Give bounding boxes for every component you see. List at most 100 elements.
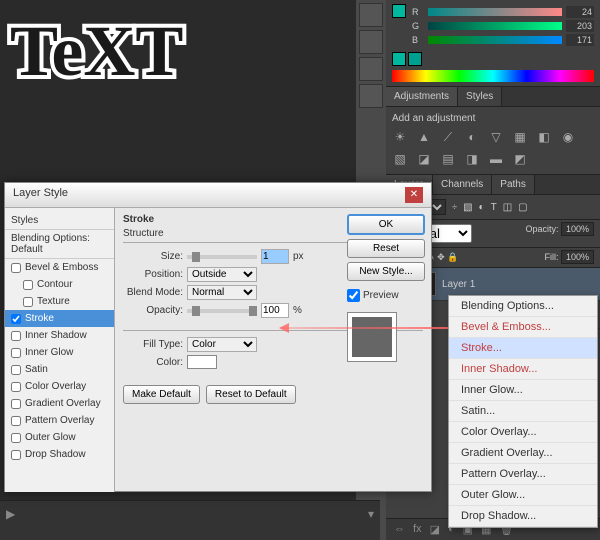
satin-checkbox[interactable]	[11, 365, 21, 375]
menu-blending-options[interactable]: Blending Options...	[449, 296, 597, 317]
opacity-input[interactable]	[261, 303, 289, 318]
style-pattern-overlay[interactable]: Pattern Overlay	[5, 412, 114, 429]
layer-fx-icon[interactable]: fx	[413, 523, 422, 536]
filter-smart-icon[interactable]: ▢	[518, 202, 527, 213]
photo-filter-icon[interactable]: ◉	[560, 130, 576, 146]
style-satin[interactable]: Satin	[5, 361, 114, 378]
filter-image-icon[interactable]: ▧	[463, 202, 472, 213]
g-label: G	[412, 21, 424, 31]
r-value[interactable]: 24	[566, 6, 594, 18]
size-slider[interactable]	[187, 255, 257, 259]
threshold-icon[interactable]: ◨	[464, 152, 480, 168]
bevel-checkbox[interactable]	[11, 263, 21, 273]
menu-gradient-overlay[interactable]: Gradient Overlay...	[449, 443, 597, 464]
lock-position-icon[interactable]: ✥	[437, 252, 445, 262]
style-contour[interactable]: Contour	[5, 276, 114, 293]
texture-checkbox[interactable]	[23, 297, 33, 307]
opacity-value[interactable]: 100%	[561, 222, 594, 236]
r-slider[interactable]	[428, 8, 562, 16]
menu-color-overlay[interactable]: Color Overlay...	[449, 422, 597, 443]
menu-satin[interactable]: Satin...	[449, 401, 597, 422]
pattern-overlay-checkbox[interactable]	[11, 416, 21, 426]
size-input[interactable]	[261, 249, 289, 264]
style-bevel[interactable]: Bevel & Emboss	[5, 259, 114, 276]
fill-value[interactable]: 100%	[561, 250, 594, 264]
layer-mask-icon[interactable]: ◪	[430, 523, 440, 536]
exposure-icon[interactable]: ◐	[464, 130, 480, 146]
b-slider[interactable]	[428, 36, 562, 44]
bw-icon[interactable]: ◧	[536, 130, 552, 146]
inner-glow-checkbox[interactable]	[11, 348, 21, 358]
timeline-menu-icon[interactable]: ▾	[368, 507, 374, 521]
layer-name[interactable]: Layer 1	[442, 279, 475, 290]
blend-mode-select[interactable]: Normal	[187, 285, 257, 300]
style-inner-shadow[interactable]: Inner Shadow	[5, 327, 114, 344]
tab-adjustments[interactable]: Adjustments	[386, 87, 458, 106]
tool-icon[interactable]	[359, 3, 383, 27]
close-icon[interactable]: ✕	[405, 187, 423, 203]
stroke-checkbox[interactable]	[11, 314, 21, 324]
new-style-button[interactable]: New Style...	[347, 262, 425, 281]
menu-stroke[interactable]: Stroke...	[449, 338, 597, 359]
color-swatch[interactable]	[187, 355, 217, 369]
tab-styles[interactable]: Styles	[458, 87, 502, 106]
vibrance-icon[interactable]: ▽	[488, 130, 504, 146]
contour-checkbox[interactable]	[23, 280, 33, 290]
style-gradient-overlay[interactable]: Gradient Overlay	[5, 395, 114, 412]
tab-channels[interactable]: Channels	[433, 175, 492, 194]
link-layers-icon[interactable]: ⇔	[394, 523, 405, 536]
channel-mixer-icon[interactable]: ▧	[392, 152, 408, 168]
gradient-overlay-checkbox[interactable]	[11, 399, 21, 409]
foreground-swatch[interactable]	[392, 4, 406, 18]
color-swatch-1[interactable]	[392, 52, 406, 66]
tool-icon[interactable]	[359, 84, 383, 108]
reset-default-button[interactable]: Reset to Default	[206, 385, 296, 404]
ok-button[interactable]: OK	[347, 214, 425, 235]
make-default-button[interactable]: Make Default	[123, 385, 200, 404]
color-overlay-checkbox[interactable]	[11, 382, 21, 392]
g-value[interactable]: 203	[566, 20, 594, 32]
position-select[interactable]: Outside	[187, 267, 257, 282]
filter-shape-icon[interactable]: ◫	[503, 202, 512, 213]
outer-glow-checkbox[interactable]	[11, 433, 21, 443]
menu-outer-glow[interactable]: Outer Glow...	[449, 485, 597, 506]
menu-pattern-overlay[interactable]: Pattern Overlay...	[449, 464, 597, 485]
tool-icon[interactable]	[359, 57, 383, 81]
invert-icon[interactable]: ◪	[416, 152, 432, 168]
play-icon[interactable]: ▶	[6, 507, 15, 521]
blending-options-item[interactable]: Blending Options: Default	[5, 230, 114, 259]
filter-type-icon[interactable]: T	[491, 202, 497, 213]
style-texture[interactable]: Texture	[5, 293, 114, 310]
style-stroke[interactable]: Stroke	[5, 310, 114, 327]
style-drop-shadow[interactable]: Drop Shadow	[5, 446, 114, 463]
color-swatch-2[interactable]	[408, 52, 422, 66]
filter-adjust-icon[interactable]: ◐	[479, 202, 485, 213]
lock-all-icon[interactable]: 🔒	[447, 252, 458, 262]
menu-bevel-emboss[interactable]: Bevel & Emboss...	[449, 317, 597, 338]
styles-header[interactable]: Styles	[5, 212, 114, 230]
inner-shadow-checkbox[interactable]	[11, 331, 21, 341]
filltype-select[interactable]: Color	[187, 337, 257, 352]
brightness-icon[interactable]: ☀	[392, 130, 408, 146]
tab-paths[interactable]: Paths	[492, 175, 535, 194]
hue-icon[interactable]: ▦	[512, 130, 528, 146]
levels-icon[interactable]: ▲	[416, 130, 432, 146]
menu-inner-glow[interactable]: Inner Glow...	[449, 380, 597, 401]
menu-inner-shadow[interactable]: Inner Shadow...	[449, 359, 597, 380]
b-value[interactable]: 171	[566, 34, 594, 46]
drop-shadow-checkbox[interactable]	[11, 450, 21, 460]
tool-icon[interactable]	[359, 30, 383, 54]
selective-color-icon[interactable]: ◩	[512, 152, 528, 168]
posterize-icon[interactable]: ▤	[440, 152, 456, 168]
curves-icon[interactable]: ⟋	[440, 130, 456, 146]
style-inner-glow[interactable]: Inner Glow	[5, 344, 114, 361]
style-outer-glow[interactable]: Outer Glow	[5, 429, 114, 446]
reset-button[interactable]: Reset	[347, 239, 425, 258]
opacity-slider[interactable]	[187, 309, 257, 313]
color-spectrum[interactable]	[392, 70, 594, 82]
style-color-overlay[interactable]: Color Overlay	[5, 378, 114, 395]
menu-drop-shadow[interactable]: Drop Shadow...	[449, 506, 597, 527]
g-slider[interactable]	[428, 22, 562, 30]
preview-checkbox[interactable]	[347, 289, 360, 302]
gradient-map-icon[interactable]: ▬	[488, 152, 504, 168]
